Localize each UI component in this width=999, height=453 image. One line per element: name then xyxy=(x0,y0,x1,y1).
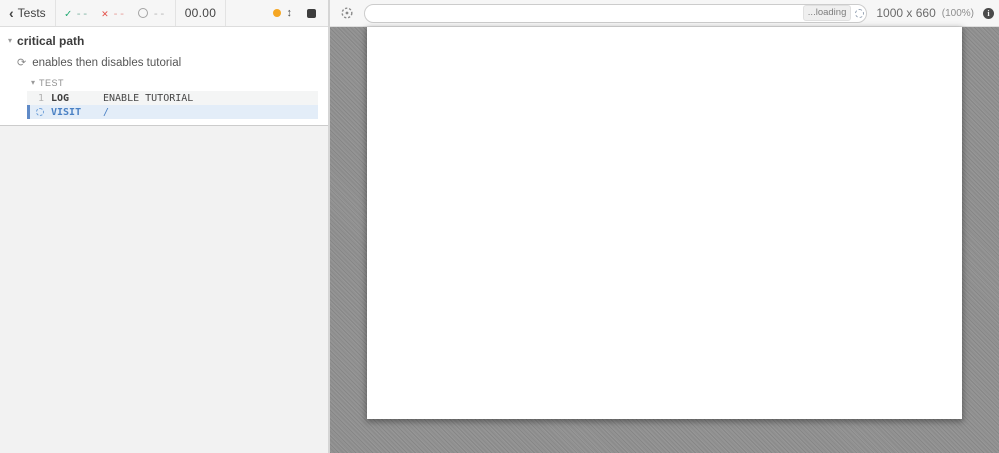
attempt-section-test[interactable]: ▾ TEST xyxy=(27,76,318,91)
command-number: 1 xyxy=(37,92,44,104)
reporter-panel: ‹ Tests ✓ -- ✕ -- -- 00.00 ↕ ▾ critical … xyxy=(0,0,330,453)
url-bar: ...loading xyxy=(364,4,868,23)
test-stats: ✓ -- ✕ -- -- xyxy=(56,0,176,26)
reporter-empty-area xyxy=(0,126,328,453)
command-spinner xyxy=(30,108,44,116)
selector-playground-button[interactable] xyxy=(339,5,355,21)
viewport-scale-label: (100%) xyxy=(941,7,974,19)
runner-header: ...loading 1000 x 660 (100%) i xyxy=(330,0,999,27)
viewport-background xyxy=(330,27,999,453)
check-icon: ✓ xyxy=(64,6,72,20)
loading-spinner-icon xyxy=(855,8,865,18)
reporter-body: ▾ critical path ⟳ enables then disables … xyxy=(0,27,328,453)
command-row-visit[interactable]: VISIT / xyxy=(27,105,318,119)
reporter-header: ‹ Tests ✓ -- ✕ -- -- 00.00 ↕ xyxy=(0,0,328,27)
auto-scroll-toggle[interactable]: ↕ xyxy=(272,6,293,19)
url-input[interactable] xyxy=(364,4,868,23)
command-message: ENABLE TUTORIAL xyxy=(103,92,194,104)
loading-spinner-icon xyxy=(36,108,44,116)
viewport-size-label: 1000 x 660 xyxy=(876,6,936,20)
command-method: LOG xyxy=(51,92,70,104)
x-icon: ✕ xyxy=(101,6,109,20)
command-method: VISIT xyxy=(51,106,82,118)
back-to-tests-button[interactable]: ‹ Tests xyxy=(9,6,46,20)
suite-title: critical path xyxy=(17,34,85,48)
reporter-controls: ↕ xyxy=(272,0,329,26)
attempt-section-label: TEST xyxy=(39,78,65,88)
command-log: ▾ TEST 1 LOG ENABLE TUTORIAL VISIT / xyxy=(27,76,318,119)
chevron-left-icon: ‹ xyxy=(9,5,14,21)
back-to-tests-label: Tests xyxy=(17,6,46,20)
test-enables-then-disables-tutorial[interactable]: ⟳ enables then disables tutorial xyxy=(0,51,328,73)
test-title: enables then disables tutorial xyxy=(32,57,182,69)
command-row-log[interactable]: 1 LOG ENABLE TUTORIAL xyxy=(27,91,318,105)
app-under-test-frame[interactable] xyxy=(367,27,962,419)
command-message: / xyxy=(103,106,110,118)
stat-pending: -- xyxy=(138,6,166,20)
failed-count: -- xyxy=(112,6,126,20)
arrows-vertical-icon: ↕ xyxy=(286,6,293,19)
viewport-info-button[interactable]: i xyxy=(983,7,994,19)
test-timer: 00.00 xyxy=(184,6,217,20)
loading-label: ...loading xyxy=(802,5,852,21)
circle-outline-icon xyxy=(138,8,149,18)
caret-down-icon: ▾ xyxy=(31,78,36,87)
passed-count: -- xyxy=(75,6,89,20)
stat-passed: ✓ -- xyxy=(65,7,89,20)
runner-panel: ...loading 1000 x 660 (100%) i xyxy=(330,0,999,453)
crosshair-icon xyxy=(341,7,353,19)
caret-down-icon: ▾ xyxy=(8,36,13,45)
running-spinner-icon: ⟳ xyxy=(17,56,27,69)
suite-critical-path[interactable]: ▾ critical path xyxy=(0,27,328,51)
cypress-test-runner: ‹ Tests ✓ -- ✕ -- -- 00.00 ↕ ▾ critical … xyxy=(0,0,999,453)
pending-count: -- xyxy=(152,6,166,20)
orange-dot-icon xyxy=(272,9,281,17)
stop-button[interactable] xyxy=(307,8,316,18)
stat-failed: ✕ -- xyxy=(102,7,126,20)
url-loading-indicator: ...loading xyxy=(802,5,865,21)
